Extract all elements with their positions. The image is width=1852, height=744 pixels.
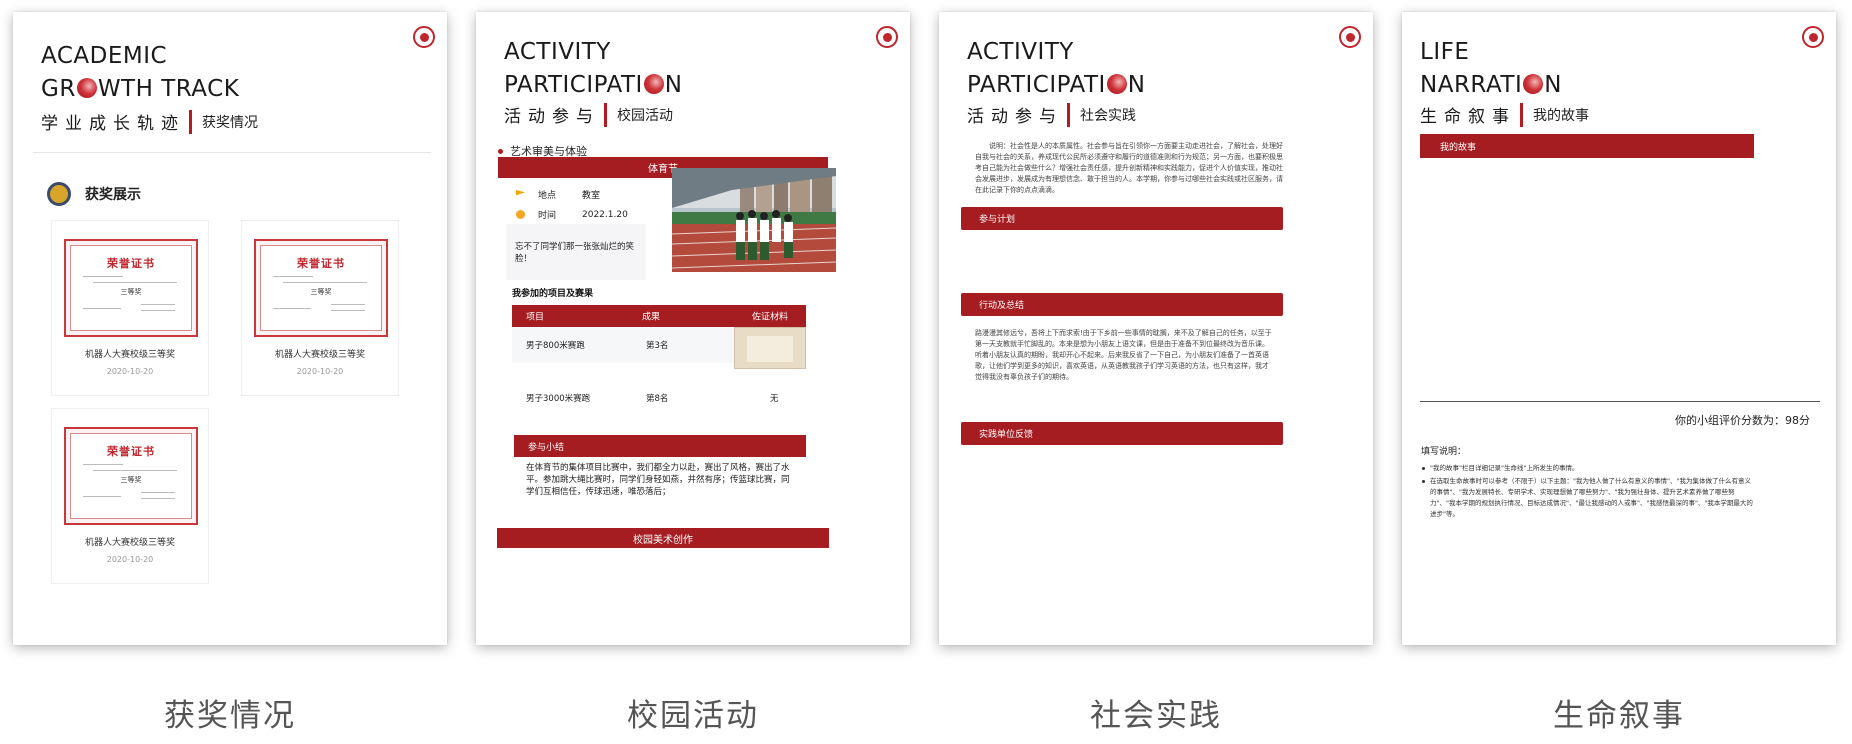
results-table-header: 项目 成果 佐证材料 [512, 305, 806, 327]
time-row: 时间 2022.1.20 [516, 208, 628, 221]
school-seal-icon [1802, 26, 1824, 48]
subtitle-tag: 校园活动 [617, 107, 673, 124]
table-row: 男子3000米赛跑 第8名 无 [526, 394, 779, 404]
action-summary-bar: 行动及总结 [961, 293, 1283, 316]
school-seal-icon [876, 26, 898, 48]
award-card[interactable]: 荣誉证书 三等奖 机器人大赛校级三等奖 2020-10-20 [51, 408, 209, 584]
proof-certificate-thumbnail[interactable] [734, 327, 806, 369]
title-line-1: ACADEMIC [41, 43, 168, 69]
page-title-en: LIFE NARRATI N [1420, 36, 1562, 102]
certificate-grade: 三等奖 [120, 476, 142, 484]
page-subtitle: 学业成长轨迹 获奖情况 [41, 109, 258, 134]
red-dot-o-icon [643, 74, 664, 94]
group-score: 你的小组评价分数为：98分 [1675, 414, 1810, 427]
place-value: 教室 [582, 191, 601, 201]
divider [33, 152, 431, 153]
red-dot-o-icon [1106, 74, 1127, 94]
school-seal-icon [1339, 26, 1361, 48]
title-line-2: NARRATI N [1420, 72, 1562, 98]
subtitle-divider [1067, 102, 1070, 127]
plan-bar: 参与计划 [961, 207, 1283, 230]
certificate-image: 荣誉证书 三等奖 [64, 427, 198, 525]
page-life-narration: LIFE NARRATI N 生命叙事 我的故事 我的故事 你的小组评价分数为：9… [1402, 12, 1836, 645]
subtitle-tag: 获奖情况 [202, 114, 258, 131]
title-line-1: LIFE [1420, 39, 1470, 65]
subtitle-tag: 社会实践 [1080, 107, 1136, 124]
instructions-list: "我的故事"栏目详细记录"生命线"上所发生的事情。 在选取生命故事时可以参考（不… [1422, 463, 1754, 522]
story-bar: 我的故事 [1420, 134, 1754, 158]
clock-icon [516, 210, 525, 219]
certificate-title: 荣誉证书 [107, 257, 155, 270]
summary-text: 在体育节的集体项目比赛中，我们都全力以赴，赛出了风格，赛出了水平。参加跳大绳比赛… [526, 463, 790, 497]
document-preview-stage: ACADEMIC GR WTH TRACK 学业成长轨迹 获奖情况 获奖展示 荣誉… [0, 0, 1852, 744]
red-dot-o-icon [1523, 74, 1544, 94]
activity-photo [672, 168, 836, 272]
awards-section-title: 获奖展示 [85, 187, 141, 203]
subtitle-divider [604, 102, 607, 127]
instructions-title: 填写说明： [1421, 447, 1467, 457]
certificate-title: 荣誉证书 [107, 445, 155, 458]
title-line-2: GR WTH TRACK [41, 76, 240, 102]
table-row: 男子800米赛跑 第3名 [512, 327, 806, 369]
page-subtitle: 活动参与 社会实践 [967, 102, 1136, 127]
flag-icon [516, 190, 525, 196]
page-title-en: ACADEMIC GR WTH TRACK [41, 40, 239, 106]
page-caption: 生命叙事 [1553, 698, 1685, 734]
page-subtitle: 生命叙事 我的故事 [1420, 102, 1589, 127]
list-item: "我的故事"栏目详细记录"生命线"上所发生的事情。 [1422, 463, 1754, 474]
subtitle-cn: 学业成长轨迹 [41, 114, 185, 134]
page-title-en: ACTIVITY PARTICIPATI N [504, 36, 683, 102]
action-summary-text: 路漫漫其修远兮，吾将上下而求索!由于下乡前一些事情的耽搁，来不及了解自己的任务，… [975, 329, 1272, 381]
time-value: 2022.1.20 [582, 209, 628, 220]
school-seal-icon [413, 26, 435, 48]
title-line-1: ACTIVITY [504, 39, 611, 65]
projects-title: 我参加的项目及赛果 [512, 289, 594, 299]
col-result: 成果 [642, 312, 661, 323]
certificate-image: 荣誉证书 三等奖 [64, 239, 198, 337]
title-line-2: PARTICIPATI N [967, 72, 1146, 98]
award-date: 2020-10-20 [106, 367, 154, 376]
list-item: 在选取生命故事时可以参考（不限于）以下主题："我为他人做了什么有意义的事情"、"… [1422, 476, 1754, 520]
award-date: 2020-10-20 [106, 555, 154, 564]
page-social-practice: ACTIVITY PARTICIPATI N 活动参与 社会实践 说明：社会性是人… [939, 12, 1373, 645]
award-card[interactable]: 荣誉证书 三等奖 机器人大赛校级三等奖 2020-10-20 [241, 220, 399, 396]
summary-bar: 参与小结 [514, 435, 806, 457]
award-name: 机器人大赛校级三等奖 [84, 538, 175, 548]
title-line-2: PARTICIPATI N [504, 72, 683, 98]
feedback-bar: 实践单位反馈 [961, 422, 1283, 445]
awards-section-header: 获奖展示 [47, 182, 141, 206]
subtitle-cn: 活动参与 [967, 107, 1063, 127]
col-item: 项目 [526, 312, 545, 323]
page-caption: 社会实践 [1090, 698, 1222, 734]
certificate-image: 荣誉证书 三等奖 [254, 239, 388, 337]
subtitle-divider [1520, 102, 1523, 127]
page-title-en: ACTIVITY PARTICIPATI N [967, 36, 1146, 102]
subtitle-cn: 活动参与 [504, 107, 600, 127]
subtitle-tag: 我的故事 [1533, 107, 1589, 124]
next-section-bar: 校园美术创作 [497, 528, 829, 548]
page-caption: 获奖情况 [164, 698, 296, 734]
bullet-dot-icon [498, 148, 503, 154]
award-name: 机器人大赛校级三等奖 [274, 350, 365, 360]
page-subtitle: 活动参与 校园活动 [504, 102, 673, 127]
divider [1420, 401, 1820, 402]
award-card[interactable]: 荣誉证书 三等奖 机器人大赛校级三等奖 2020-10-20 [51, 220, 209, 396]
page-caption: 校园活动 [627, 698, 759, 734]
page-awards: ACADEMIC GR WTH TRACK 学业成长轨迹 获奖情况 获奖展示 荣誉… [13, 12, 447, 645]
col-proof: 佐证材料 [752, 312, 789, 323]
subtitle-cn: 生命叙事 [1420, 107, 1516, 127]
award-date: 2020-10-20 [296, 367, 344, 376]
activity-quote: 忘不了同学们那一张张灿烂的笑脸！ [506, 224, 646, 280]
award-name: 机器人大赛校级三等奖 [84, 350, 175, 360]
certificate-title: 荣誉证书 [297, 257, 345, 270]
certificate-grade: 三等奖 [120, 288, 142, 296]
subtitle-divider [189, 109, 192, 134]
page-campus-activity: ACTIVITY PARTICIPATI N 活动参与 校园活动 艺术审美与体验 … [476, 12, 910, 645]
certificate-grade: 三等奖 [310, 288, 332, 296]
intro-paragraph: 说明：社会性是人的本质属性。社会参与旨在引领你一方面要主动走进社会，了解社会，处… [975, 142, 1283, 194]
title-line-1: ACTIVITY [967, 39, 1074, 65]
medal-icon [47, 182, 71, 206]
place-row: 地点 教室 [516, 188, 600, 201]
red-dot-o-icon [76, 78, 97, 98]
